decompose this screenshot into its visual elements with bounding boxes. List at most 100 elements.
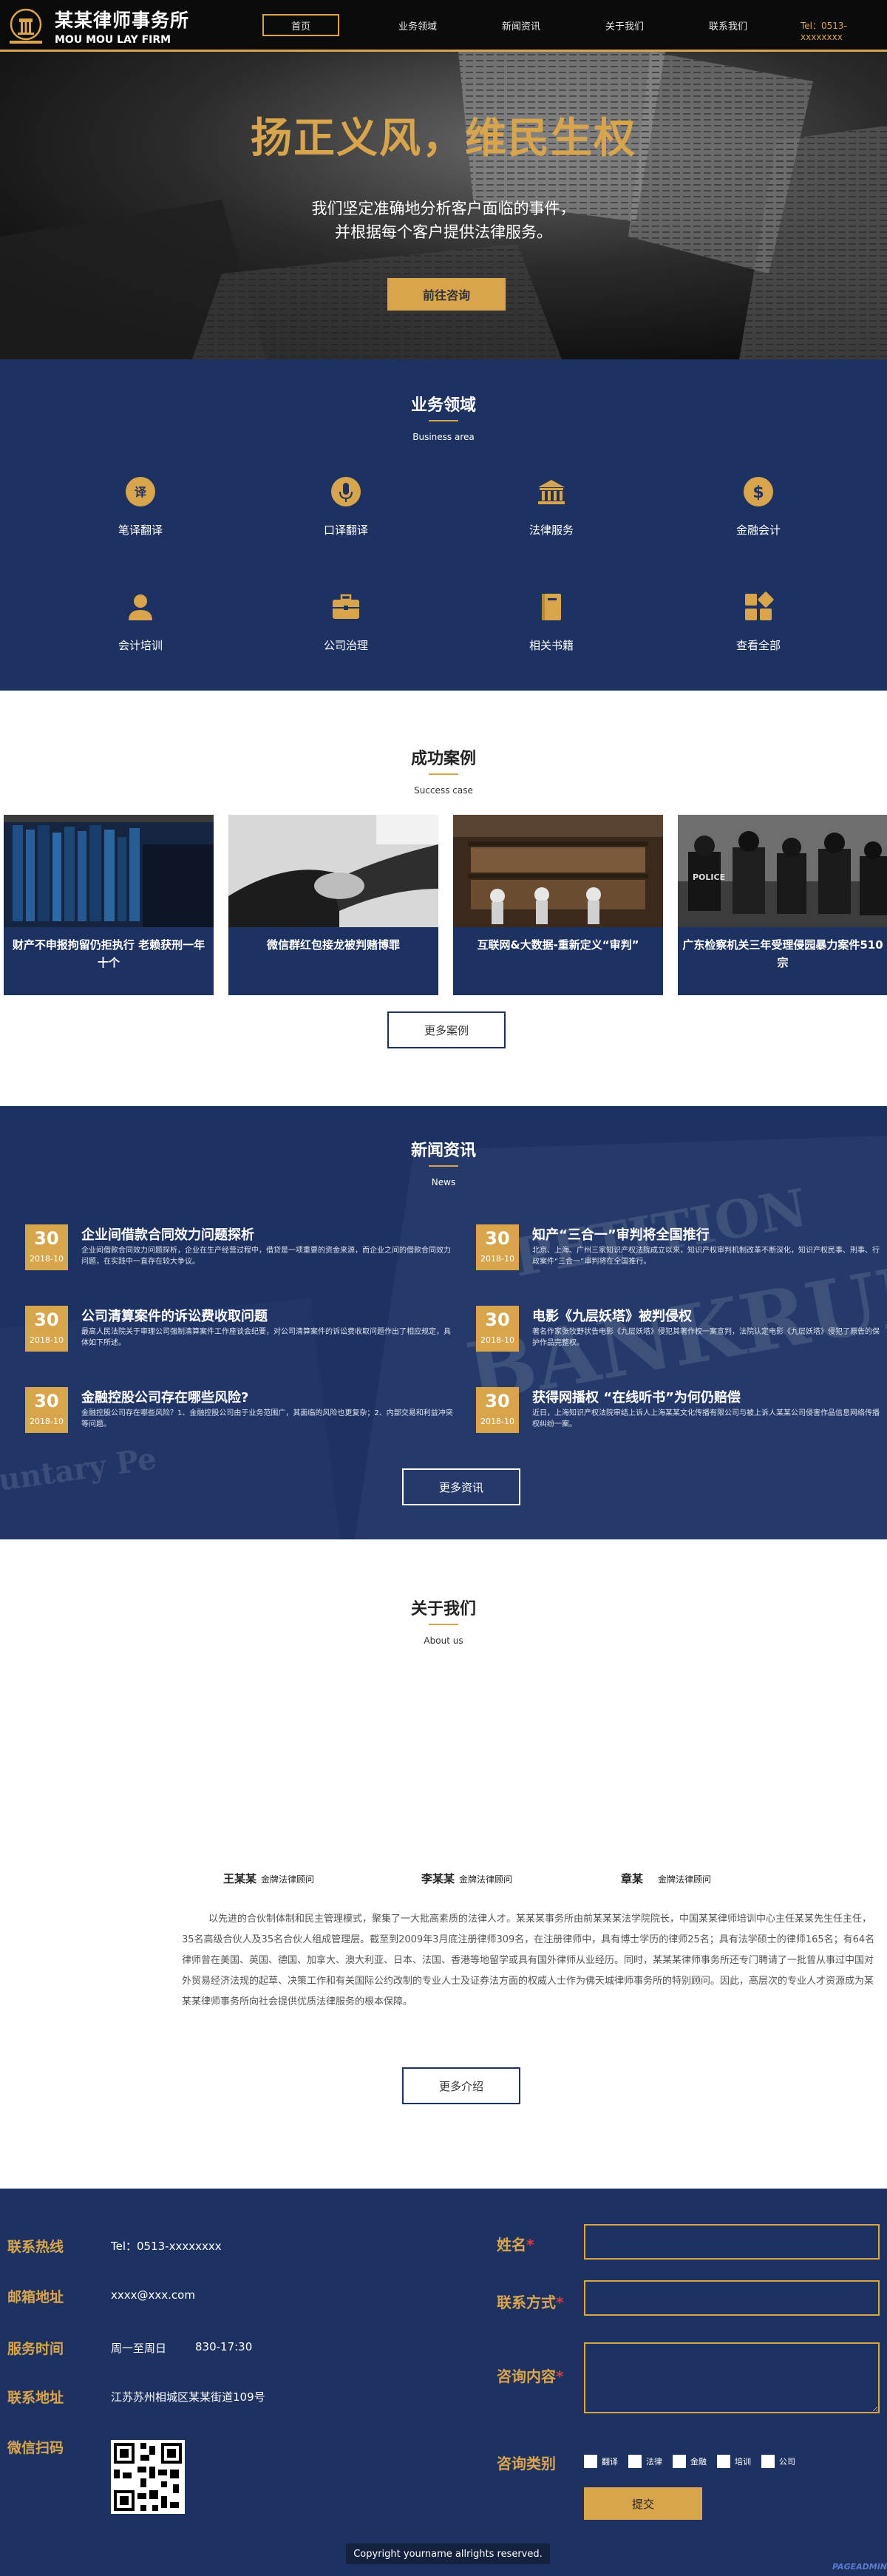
more-news-button[interactable]: 更多资讯 bbox=[402, 1468, 520, 1505]
business-item-training[interactable]: 会计培训 bbox=[52, 589, 229, 670]
svg-text:POLICE: POLICE bbox=[693, 872, 725, 882]
business-item-label: 笔译翻译 bbox=[118, 523, 163, 537]
case-image-bookshelf bbox=[4, 815, 214, 927]
form-label-text: 联系方式 bbox=[497, 2294, 556, 2311]
watermark-logo: PAGEADMIN bbox=[832, 2562, 887, 2572]
option-label: 公司 bbox=[779, 2457, 795, 2467]
business-title: 业务领域 bbox=[410, 396, 476, 415]
news-month: 2018-10 bbox=[480, 1417, 514, 1426]
news-day: 30 bbox=[34, 1391, 59, 1411]
consult-button[interactable]: 前往咨询 bbox=[387, 278, 506, 311]
news-headline: 企业间借款合同效力问题探析 bbox=[81, 1227, 254, 1243]
hours-days: 周一至周日 bbox=[111, 2342, 167, 2355]
news-item[interactable]: 30 2018-10 公司清算案件的诉讼费收取问题 最高人民法院关于审理公司强制清… bbox=[25, 1306, 454, 1358]
cases-subtitle: Success case bbox=[414, 785, 473, 796]
news-date: 30 2018-10 bbox=[25, 1224, 68, 1270]
case-card[interactable]: 财产不申报拘留仍拒执行 老赖获刑一年十个 bbox=[4, 815, 214, 995]
option-label: 培训 bbox=[735, 2457, 751, 2467]
news-item[interactable]: 30 2018-10 企业间借款合同效力问题探析 企业间借款合同效力问题探析，企业… bbox=[25, 1224, 454, 1276]
hero-subtitle: 我们坚定准确地分析客户面临的事件， 并根据每个客户提供法律服务。 bbox=[0, 197, 887, 244]
more-about-button[interactable]: 更多介绍 bbox=[402, 2067, 520, 2104]
checkbox[interactable] bbox=[673, 2455, 686, 2468]
hours-label: 服务时间 bbox=[7, 2341, 64, 2357]
wechat-qr-code bbox=[111, 2440, 185, 2514]
lawyer-role: 金牌法律顾问 bbox=[261, 1874, 315, 1885]
briefcase-icon bbox=[327, 589, 364, 626]
news-summary: 北京、上海、广州三家知识产权法院成立以来，知识产权审判机制改革不断深化，知识产权… bbox=[532, 1247, 880, 1266]
business-item-interpretation[interactable]: 口译翻译 bbox=[257, 473, 435, 555]
case-card[interactable]: POLICE 广东检察机关三年受理侵园暴力案件510宗 bbox=[678, 815, 887, 995]
hero-subtitle-line: 并根据每个客户提供法律服务。 bbox=[335, 223, 552, 241]
scales-logo-icon bbox=[4, 6, 47, 46]
name-input[interactable] bbox=[584, 2224, 880, 2260]
person-icon bbox=[122, 589, 159, 626]
business-item-view-all[interactable]: 查看全部 bbox=[670, 589, 847, 670]
business-item-finance[interactable]: $ 金融会计 bbox=[670, 473, 847, 555]
logo-subtitle: MOU MOU LAY FIRM bbox=[55, 34, 171, 46]
option-training[interactable]: 培训 bbox=[717, 2455, 751, 2468]
dollar-icon: $ bbox=[740, 473, 777, 510]
email-label: 邮箱地址 bbox=[7, 2289, 64, 2305]
news-item[interactable]: 30 2018-10 获得网播权 “在线听书”为何仍赔偿 近日，上海知识产权法院审… bbox=[476, 1387, 887, 1439]
business-item-books[interactable]: 相关书籍 bbox=[463, 589, 640, 670]
address-value: 江苏苏州相城区某某街道109号 bbox=[111, 2390, 265, 2404]
business-section: 业务领域 Business area 译 笔译翻译 口译翻译 法律服务 $ 金融… bbox=[0, 359, 887, 691]
wechat-label: 微信扫码 bbox=[7, 2440, 64, 2456]
more-cases-button[interactable]: 更多案例 bbox=[387, 1011, 506, 1048]
news-headline: 金融控股公司存在哪些风险? bbox=[81, 1390, 249, 1406]
title-divider bbox=[429, 1165, 458, 1167]
site-footer: 联系热线 Tel：0513-xxxxxxxx 邮箱地址 xxxx@xxx.com… bbox=[0, 2189, 887, 2576]
contact-input[interactable] bbox=[584, 2280, 880, 2316]
nav-contact[interactable]: 联系我们 bbox=[676, 14, 780, 36]
news-month: 2018-10 bbox=[480, 1254, 514, 1264]
option-company[interactable]: 公司 bbox=[761, 2455, 795, 2468]
cases-title: 成功案例 bbox=[410, 750, 476, 768]
lawyer-role: 金牌法律顾问 bbox=[658, 1874, 712, 1885]
case-card[interactable]: 微信群红包接龙被判赌博罪 bbox=[228, 815, 438, 995]
logo[interactable]: 某某律师事务所 MOU MOU LAY FIRM bbox=[0, 0, 200, 52]
checkbox[interactable] bbox=[717, 2455, 730, 2468]
lawyer-name: 章某 bbox=[621, 1872, 644, 1885]
option-translation[interactable]: 翻译 bbox=[584, 2455, 618, 2468]
grid-icon bbox=[740, 589, 777, 626]
business-item-label: 查看全部 bbox=[735, 639, 781, 652]
microphone-icon bbox=[327, 473, 364, 510]
about-section: 关于我们 About us 王某某 金牌法律顾问 李某某 金牌法律顾问 章某 金牌法律… bbox=[0, 1539, 887, 2189]
nav-business[interactable]: 业务领域 bbox=[366, 14, 469, 36]
news-summary: 著名作家张牧野状告电影《九层妖塔》侵犯其著作权一案宣判，法院认定电影《九层妖塔》… bbox=[532, 1328, 880, 1347]
email-value[interactable]: xxxx@xxx.com bbox=[111, 2288, 195, 2302]
form-contact-label: 联系方式* bbox=[497, 2291, 563, 2312]
checkbox[interactable] bbox=[584, 2455, 597, 2468]
business-item-label: 口译翻译 bbox=[323, 523, 368, 537]
case-image-library bbox=[453, 815, 663, 927]
hero-subtitle-line: 我们坚定准确地分析客户面临的事件， bbox=[311, 200, 576, 217]
business-item-written-translation[interactable]: 译 笔译翻译 bbox=[52, 473, 229, 555]
news-item[interactable]: 30 2018-10 知产“三合一”审判将全国推行 北京、上海、广州三家知识产权法… bbox=[476, 1224, 887, 1276]
news-item[interactable]: 30 2018-10 电影《九层妖塔》被判侵权 著名作家张牧野状告电影《九层妖塔》… bbox=[476, 1306, 887, 1358]
business-item-legal-service[interactable]: 法律服务 bbox=[463, 473, 640, 555]
checkbox[interactable] bbox=[628, 2455, 642, 2468]
news-headline: 电影《九层妖塔》被判侵权 bbox=[532, 1309, 692, 1324]
business-item-governance[interactable]: 公司治理 bbox=[257, 589, 435, 670]
svg-text:译: 译 bbox=[135, 485, 147, 499]
business-item-label: 会计培训 bbox=[118, 639, 163, 652]
case-card[interactable]: 互联网&大数据-重新定义“审判” bbox=[453, 815, 663, 995]
option-legal[interactable]: 法律 bbox=[628, 2455, 662, 2468]
nav-about[interactable]: 关于我们 bbox=[573, 14, 676, 36]
nav-home[interactable]: 首页 bbox=[262, 14, 339, 36]
news-month: 2018-10 bbox=[30, 1417, 64, 1426]
business-item-label: 金融会计 bbox=[735, 523, 781, 537]
submit-button[interactable]: 提交 bbox=[584, 2487, 702, 2520]
news-date: 30 2018-10 bbox=[476, 1224, 519, 1270]
form-type-label: 咨询类别 bbox=[497, 2455, 556, 2472]
nav-news[interactable]: 新闻资讯 bbox=[469, 14, 573, 36]
news-date: 30 2018-10 bbox=[476, 1306, 519, 1352]
lawyer-name: 王某某 bbox=[223, 1872, 257, 1885]
about-description: 以先进的合伙制体制和民主管理模式，聚集了一大批高素质的法律人才。某某某事务所由前… bbox=[182, 1914, 875, 2007]
checkbox[interactable] bbox=[761, 2455, 775, 2468]
option-finance[interactable]: 金融 bbox=[673, 2455, 707, 2468]
required-mark: * bbox=[556, 2294, 564, 2311]
form-label-text: 咨询内容 bbox=[497, 2367, 556, 2385]
news-item[interactable]: 30 2018-10 金融控股公司存在哪些风险? 金融控股公司存在哪些风险？1、金… bbox=[25, 1387, 454, 1439]
content-textarea[interactable] bbox=[584, 2342, 880, 2413]
